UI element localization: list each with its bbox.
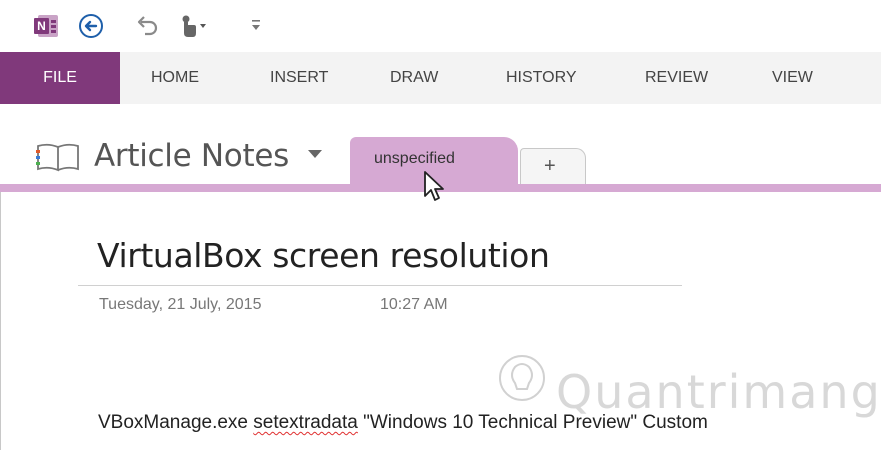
page-date: Tuesday, 21 July, 2015 (99, 296, 262, 313)
notebook-name[interactable]: Article Notes (94, 138, 289, 174)
tab-history[interactable]: HISTORY (506, 52, 577, 104)
page-body-text[interactable]: VBoxManage.exe setextradata "Windows 10 … (98, 412, 708, 434)
body-text-end: "Windows 10 Technical Preview" Custom (357, 412, 708, 433)
tab-file[interactable]: FILE (0, 52, 120, 104)
customize-qat-icon[interactable] (250, 16, 262, 38)
title-divider (78, 285, 682, 286)
tab-draw[interactable]: DRAW (390, 52, 438, 104)
tab-review[interactable]: REVIEW (645, 52, 708, 104)
section-tab-label[interactable]: unspecified (374, 150, 455, 168)
tab-view[interactable]: VIEW (772, 52, 813, 104)
page-title[interactable]: VirtualBox screen resolution (97, 236, 550, 275)
quick-access-toolbar: N (0, 0, 881, 52)
notebook-icon[interactable] (36, 142, 82, 176)
page-time: 10:27 AM (380, 296, 448, 313)
notebook-dropdown-icon[interactable] (308, 150, 322, 158)
tab-insert[interactable]: INSERT (270, 52, 328, 104)
ribbon-tab-bar: FILE HOME INSERT DRAW HISTORY REVIEW VIE… (0, 52, 881, 104)
watermark-bulb-icon (497, 353, 547, 413)
back-arrow-icon[interactable] (78, 13, 104, 43)
tab-home[interactable]: HOME (151, 52, 199, 104)
watermark-text: Quantrimang (556, 365, 881, 419)
touch-mode-icon[interactable] (178, 13, 210, 43)
mouse-pointer-icon (423, 170, 445, 208)
misspelled-word[interactable]: setextradata (253, 412, 358, 433)
onenote-app-icon[interactable]: N (34, 13, 60, 43)
undo-icon[interactable] (134, 13, 160, 43)
add-section-plus[interactable]: + (544, 155, 556, 178)
svg-text:N: N (37, 19, 46, 33)
body-text-start: VBoxManage.exe (98, 412, 254, 433)
